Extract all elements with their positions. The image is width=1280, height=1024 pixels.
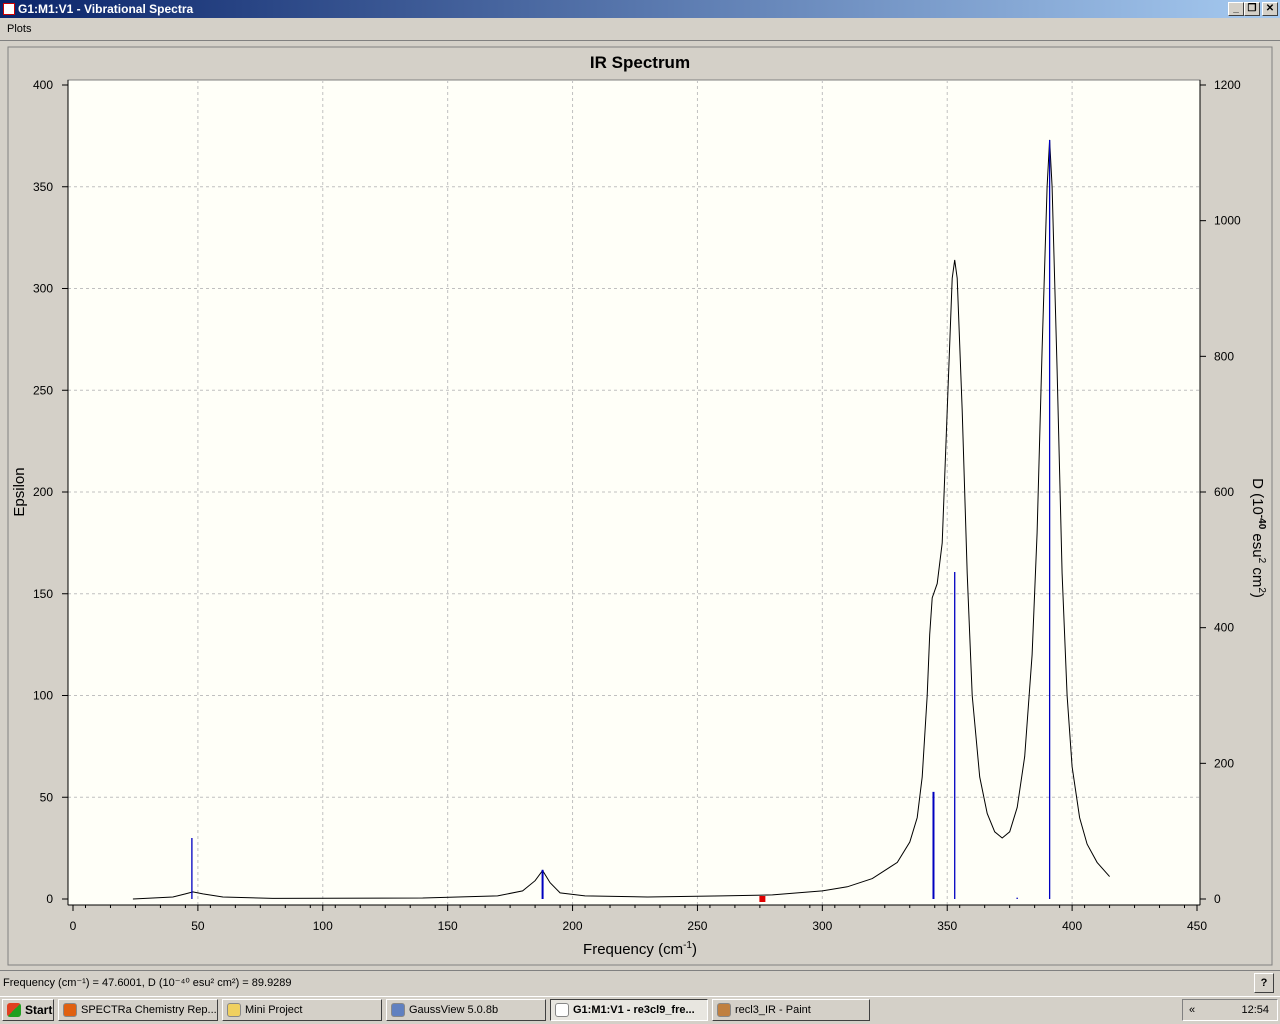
y-axis-label: Epsilon (11, 467, 28, 516)
start-button[interactable]: Start (2, 999, 54, 1021)
y-tick-label: 100 (33, 689, 53, 703)
title-bar: G1:M1:V1 - Vibrational Spectra _ ❐ ✕ (0, 0, 1280, 18)
x-tick-label: 0 (70, 919, 77, 933)
minimize-button[interactable]: _ (1228, 2, 1244, 16)
restore-button[interactable]: ❐ (1244, 2, 1260, 16)
y-tick-label: 350 (33, 180, 53, 194)
taskbar-item[interactable]: G1:M1:V1 - re3cl9_fre... (550, 999, 708, 1021)
tray-expand-icon[interactable]: « (1189, 1004, 1195, 1016)
x-tick-label: 50 (191, 919, 205, 933)
status-text: Frequency (cm⁻¹) = 47.6001, D (10⁻⁴⁰ esu… (3, 977, 292, 989)
menu-bar: Plots (0, 19, 1280, 41)
help-button[interactable]: ? (1254, 973, 1274, 993)
x-tick-label: 100 (313, 919, 333, 933)
x-tick-label: 300 (812, 919, 832, 933)
folder-icon (227, 1003, 241, 1017)
status-bar: Frequency (cm⁻¹) = 47.6001, D (10⁻⁴⁰ esu… (0, 970, 1280, 994)
y2-tick-label: 1200 (1214, 78, 1241, 92)
document-icon (555, 1003, 569, 1017)
taskbar: Start SPECTRa Chemistry Rep... Mini Proje… (0, 996, 1280, 1024)
app-icon (3, 3, 15, 15)
firefox-icon (63, 1003, 77, 1017)
y2-tick-label: 0 (1214, 892, 1221, 906)
y2-tick-label: 200 (1214, 756, 1234, 770)
x-tick-label: 200 (563, 919, 583, 933)
chart-title: IR Spectrum (590, 53, 690, 72)
y-tick-label: 300 (33, 282, 53, 296)
taskbar-item[interactable]: Mini Project (222, 999, 382, 1021)
menu-plots[interactable]: Plots (7, 23, 31, 35)
window-title: G1:M1:V1 - Vibrational Spectra (18, 2, 194, 16)
system-tray: « 12:54 (1182, 999, 1278, 1021)
taskbar-item[interactable]: GaussView 5.0.8b (386, 999, 546, 1021)
windows-logo-icon (7, 1003, 21, 1017)
y2-tick-label: 400 (1214, 621, 1234, 635)
y2-tick-label: 800 (1214, 349, 1234, 363)
y2-tick-label: 1000 (1214, 214, 1241, 228)
gaussview-icon (391, 1003, 405, 1017)
clock: 12:54 (1241, 1004, 1269, 1016)
y-tick-label: 0 (46, 892, 53, 906)
taskbar-item[interactable]: SPECTRa Chemistry Rep... (58, 999, 218, 1021)
x-tick-label: 400 (1062, 919, 1082, 933)
y-tick-label: 50 (40, 790, 54, 804)
frequency-marker (759, 896, 766, 902)
taskbar-item[interactable]: recl3_IR - Paint (712, 999, 870, 1021)
y2-tick-label: 600 (1214, 485, 1234, 499)
paint-icon (717, 1003, 731, 1017)
y-tick-label: 400 (33, 78, 53, 92)
y-tick-label: 200 (33, 485, 53, 499)
y-tick-label: 250 (33, 383, 53, 397)
y-tick-label: 150 (33, 587, 53, 601)
x-tick-label: 150 (438, 919, 458, 933)
x-axis-label: Frequency (cm-1) (583, 940, 697, 958)
x-tick-label: 250 (687, 919, 707, 933)
close-button[interactable]: ✕ (1262, 2, 1278, 16)
x-tick-label: 450 (1187, 919, 1207, 933)
ir-spectrum-chart[interactable]: IR Spectrum 0 50 100 150 200 250 300 350 400 450 0… (0, 44, 1280, 968)
y2-axis-label: D (10-40 esu2 cm2) (1249, 478, 1267, 598)
x-tick-label: 350 (937, 919, 957, 933)
